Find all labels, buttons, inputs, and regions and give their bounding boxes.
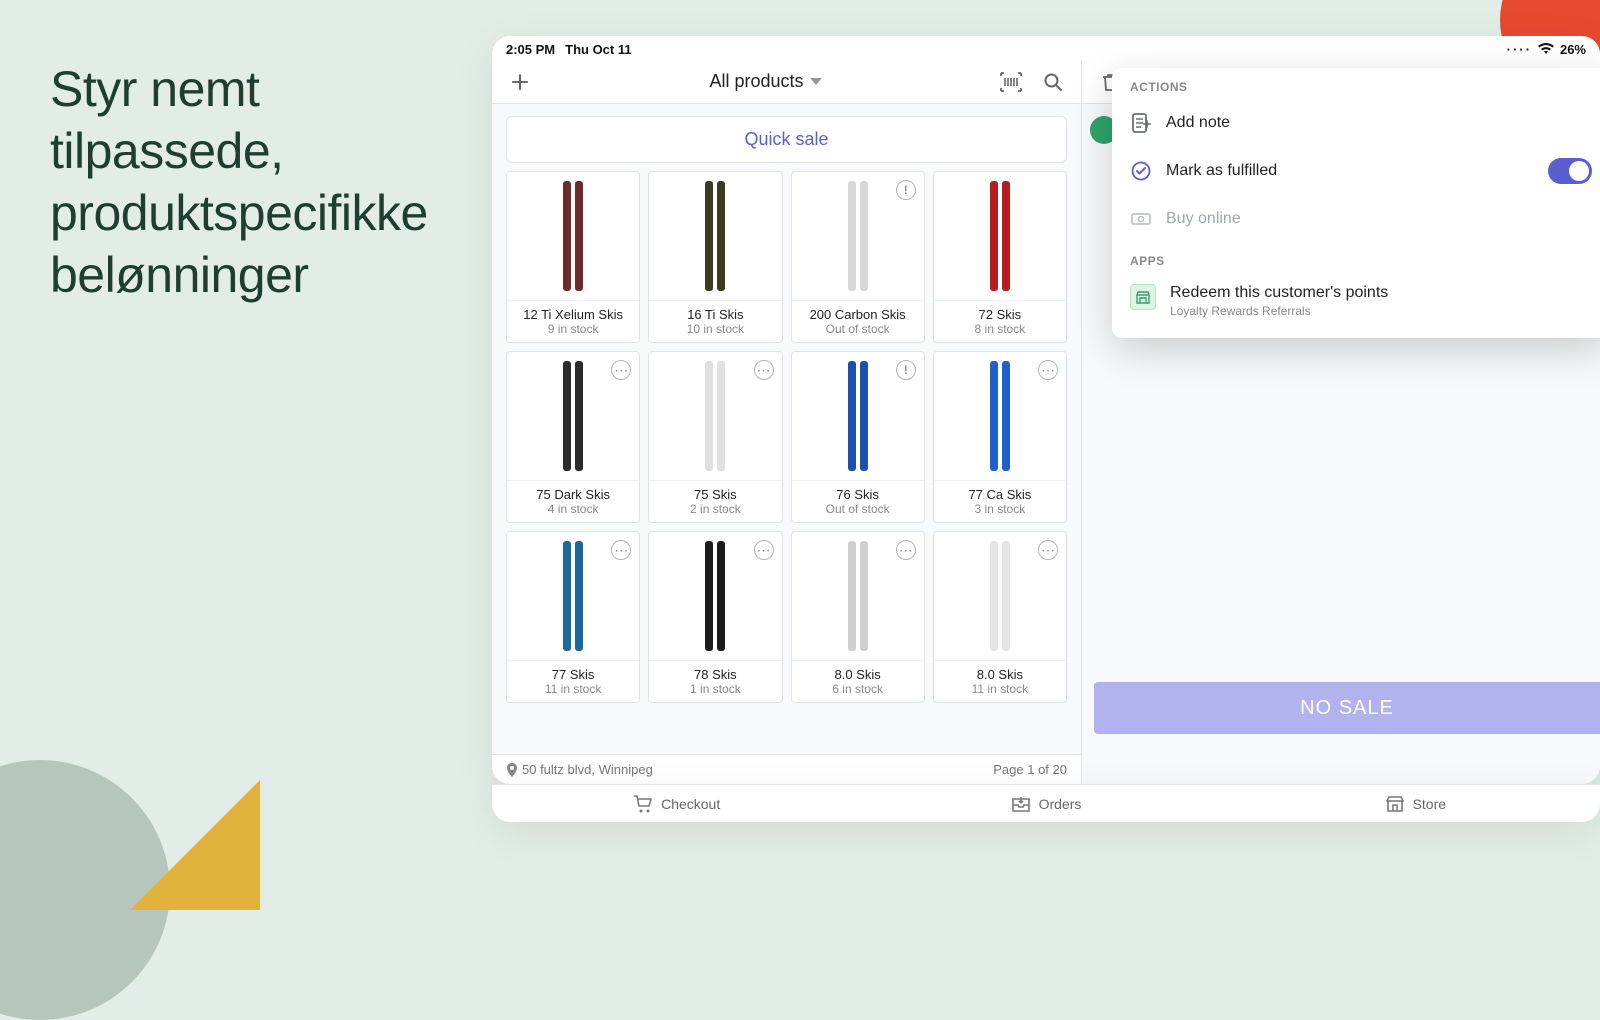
location-pin-icon bbox=[506, 763, 518, 777]
redeem-points-app[interactable]: Redeem this customer's points Loyalty Re… bbox=[1112, 274, 1600, 332]
decor-yellow-triangle bbox=[130, 780, 260, 910]
warning-icon bbox=[896, 180, 916, 200]
product-name: 77 Ca Skis bbox=[938, 487, 1062, 502]
products-pane: All products Quick sale bbox=[492, 60, 1082, 784]
location-text: 50 fultz blvd, Winnipeg bbox=[522, 762, 653, 777]
status-time: 2:05 PM bbox=[506, 42, 555, 57]
product-stock: 4 in stock bbox=[511, 502, 635, 516]
status-date: Thu Oct 11 bbox=[565, 42, 631, 57]
chevron-down-icon bbox=[810, 78, 822, 85]
status-signal-icon: ···· bbox=[1507, 42, 1532, 57]
add-note-action[interactable]: Add note bbox=[1112, 100, 1600, 146]
more-icon[interactable] bbox=[1038, 540, 1058, 560]
product-image bbox=[507, 172, 639, 300]
product-name: 8.0 Skis bbox=[796, 667, 920, 682]
nav-store-label: Store bbox=[1413, 796, 1446, 812]
wifi-icon bbox=[1538, 43, 1554, 55]
nav-store[interactable]: Store bbox=[1231, 795, 1600, 813]
product-card[interactable]: 12 Ti Xelium Skis 9 in stock bbox=[506, 171, 640, 343]
nav-orders[interactable]: Orders bbox=[861, 795, 1230, 813]
product-card[interactable]: 72 Skis 8 in stock bbox=[933, 171, 1067, 343]
product-name: 12 Ti Xelium Skis bbox=[511, 307, 635, 322]
add-button[interactable] bbox=[504, 66, 536, 98]
actions-section-label: ACTIONS bbox=[1112, 68, 1600, 100]
product-card[interactable]: 16 Ti Skis 10 in stock bbox=[648, 171, 782, 343]
product-stock: Out of stock bbox=[796, 502, 920, 516]
products-toolbar: All products bbox=[492, 60, 1081, 104]
more-icon[interactable] bbox=[754, 360, 774, 380]
product-card[interactable]: 76 Skis Out of stock bbox=[791, 351, 925, 523]
product-name: 72 Skis bbox=[938, 307, 1062, 322]
no-sale-button[interactable]: NO SALE bbox=[1094, 682, 1600, 734]
tablet-frame: 2:05 PM Thu Oct 11 ···· 26% All products bbox=[492, 36, 1600, 784]
bottom-nav: Checkout Orders Store bbox=[492, 784, 1600, 822]
products-footer: 50 fultz blvd, Winnipeg Page 1 of 20 bbox=[492, 754, 1081, 784]
more-icon[interactable] bbox=[1038, 360, 1058, 380]
product-name: 8.0 Skis bbox=[938, 667, 1062, 682]
status-bar: 2:05 PM Thu Oct 11 ···· 26% bbox=[492, 36, 1600, 60]
barcode-button[interactable] bbox=[995, 66, 1027, 98]
nav-checkout-label: Checkout bbox=[661, 796, 720, 812]
fulfilled-toggle[interactable] bbox=[1548, 158, 1592, 184]
search-button[interactable] bbox=[1037, 66, 1069, 98]
mark-fulfilled-action[interactable]: Mark as fulfilled bbox=[1112, 146, 1600, 196]
buy-online-action: Buy online bbox=[1112, 196, 1600, 242]
products-title-text: All products bbox=[709, 71, 803, 92]
product-stock: 6 in stock bbox=[796, 682, 920, 696]
more-icon[interactable] bbox=[896, 540, 916, 560]
app-title: Redeem this customer's points bbox=[1170, 284, 1388, 302]
warning-icon bbox=[896, 360, 916, 380]
more-icon[interactable] bbox=[754, 540, 774, 560]
product-stock: Out of stock bbox=[796, 322, 920, 336]
quick-sale-button[interactable]: Quick sale bbox=[506, 116, 1067, 163]
nav-orders-label: Orders bbox=[1039, 796, 1082, 812]
product-image bbox=[934, 172, 1066, 300]
product-stock: 3 in stock bbox=[938, 502, 1062, 516]
product-name: 16 Ti Skis bbox=[653, 307, 777, 322]
product-name: 75 Skis bbox=[653, 487, 777, 502]
product-stock: 1 in stock bbox=[653, 682, 777, 696]
product-stock: 2 in stock bbox=[653, 502, 777, 516]
apps-section-label: APPS bbox=[1112, 242, 1600, 274]
status-battery: 26% bbox=[1560, 42, 1586, 57]
inbox-icon bbox=[1011, 795, 1031, 813]
product-name: 78 Skis bbox=[653, 667, 777, 682]
product-name: 76 Skis bbox=[796, 487, 920, 502]
buy-online-label: Buy online bbox=[1166, 210, 1241, 228]
nav-checkout[interactable]: Checkout bbox=[492, 795, 861, 813]
product-name: 75 Dark Skis bbox=[511, 487, 635, 502]
marketing-headline: Styr nemt tilpassede, produktspecifikke … bbox=[50, 58, 460, 306]
mark-fulfilled-label: Mark as fulfilled bbox=[1166, 162, 1277, 180]
product-stock: 11 in stock bbox=[938, 682, 1062, 696]
product-name: 200 Carbon Skis bbox=[796, 307, 920, 322]
cart-pane: Cart ACTIONS Add note bbox=[1082, 60, 1600, 784]
product-stock: 9 in stock bbox=[511, 322, 635, 336]
check-circle-icon bbox=[1130, 160, 1152, 182]
add-note-label: Add note bbox=[1166, 114, 1230, 132]
app-subtitle: Loyalty Rewards Referrals bbox=[1170, 304, 1388, 318]
store-icon bbox=[1385, 795, 1405, 813]
note-icon bbox=[1130, 112, 1152, 134]
products-grid: 12 Ti Xelium Skis 9 in stock 16 Ti Skis … bbox=[506, 171, 1067, 703]
product-card[interactable]: 75 Dark Skis 4 in stock bbox=[506, 351, 640, 523]
product-card[interactable]: 75 Skis 2 in stock bbox=[648, 351, 782, 523]
product-name: 77 Skis bbox=[511, 667, 635, 682]
product-stock: 10 in stock bbox=[653, 322, 777, 336]
product-card[interactable]: 78 Skis 1 in stock bbox=[648, 531, 782, 703]
product-card[interactable]: 77 Skis 11 in stock bbox=[506, 531, 640, 703]
product-card[interactable]: 200 Carbon Skis Out of stock bbox=[791, 171, 925, 343]
actions-popover: ACTIONS Add note Mark as fulfilled bbox=[1112, 68, 1600, 338]
page-indicator: Page 1 of 20 bbox=[993, 762, 1067, 777]
product-card[interactable]: 77 Ca Skis 3 in stock bbox=[933, 351, 1067, 523]
products-title[interactable]: All products bbox=[536, 71, 995, 92]
cash-icon bbox=[1130, 208, 1152, 230]
product-image bbox=[649, 172, 781, 300]
product-stock: 11 in stock bbox=[511, 682, 635, 696]
product-card[interactable]: 8.0 Skis 6 in stock bbox=[791, 531, 925, 703]
storefront-icon bbox=[1130, 284, 1156, 310]
cart-icon bbox=[633, 795, 653, 813]
product-stock: 8 in stock bbox=[938, 322, 1062, 336]
product-card[interactable]: 8.0 Skis 11 in stock bbox=[933, 531, 1067, 703]
